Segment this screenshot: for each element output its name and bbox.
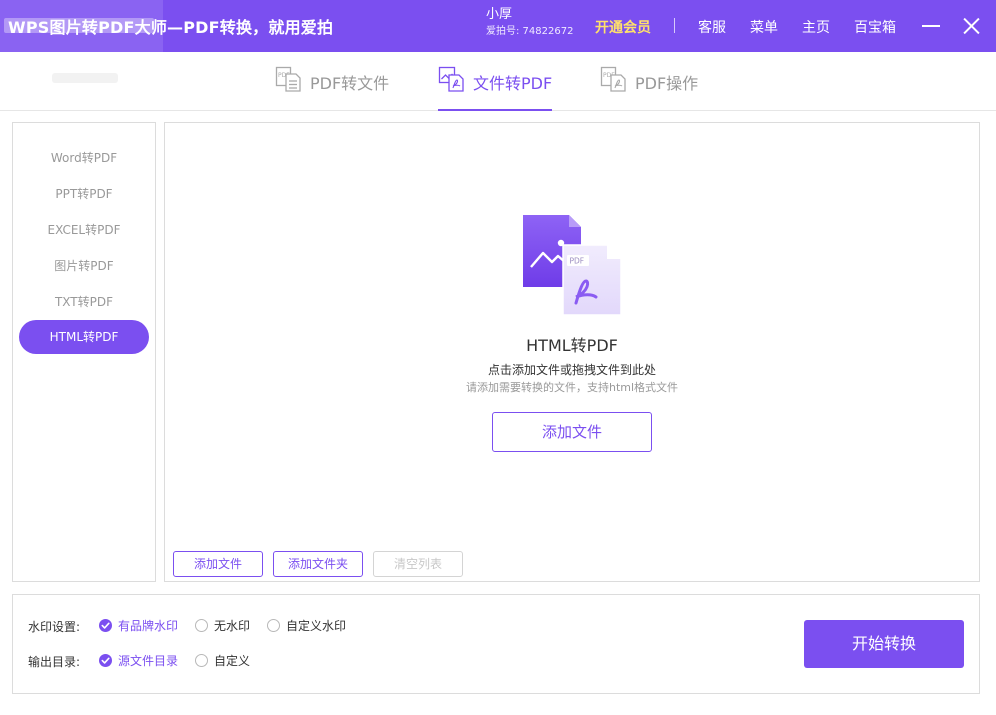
option-label: 源文件目录	[118, 654, 179, 668]
sidebar-item-image-to-pdf[interactable]: 图片转PDF	[19, 249, 149, 283]
dropzone-hint: 点击添加文件或拖拽文件到此处	[487, 363, 656, 377]
home-link[interactable]: 主页	[802, 17, 830, 37]
dropzone-title: HTML转PDF	[526, 336, 618, 355]
menu-link[interactable]: 菜单	[750, 17, 778, 37]
watermark-option-none[interactable]: 无水印	[195, 617, 250, 634]
pdf-to-file-icon: PDF	[275, 66, 302, 97]
option-label: 自定义水印	[286, 619, 347, 633]
settings-panel: 水印设置: 有品牌水印 无水印 自定义水印 输出目录: 源文件目录 自定义 开始…	[12, 594, 980, 694]
watermark-option-brand[interactable]: 有品牌水印	[99, 617, 178, 634]
option-label: 自定义	[214, 654, 251, 668]
conversion-type-sidebar: Word转PDF PPT转PDF EXCEL转PDF 图片转PDF TXT转PD…	[12, 122, 156, 582]
html-to-pdf-illustration-icon: PDF	[521, 215, 625, 316]
faded-logo	[52, 73, 118, 83]
header-divider	[674, 18, 675, 33]
sidebar-item-word-to-pdf[interactable]: Word转PDF	[19, 141, 149, 175]
svg-text:PDF: PDF	[570, 257, 585, 266]
tab-label: PDF操作	[635, 73, 699, 93]
sidebar-item-ppt-to-pdf[interactable]: PPT转PDF	[19, 177, 149, 211]
output-option-custom[interactable]: 自定义	[195, 652, 250, 669]
option-label: 无水印	[214, 619, 251, 633]
user-name[interactable]: 小厚	[486, 8, 573, 21]
service-link[interactable]: 客服	[698, 17, 726, 37]
minimize-button[interactable]	[918, 12, 946, 40]
minimize-icon	[922, 25, 940, 27]
sidebar-item-excel-to-pdf[interactable]: EXCEL转PDF	[19, 213, 149, 247]
start-convert-button[interactable]: 开始转换	[804, 620, 964, 668]
checked-radio-icon[interactable]	[99, 654, 112, 667]
sidebar-item-txt-to-pdf[interactable]: TXT转PDF	[19, 285, 149, 319]
add-file-button[interactable]: 添加文件	[173, 551, 263, 577]
radio-icon[interactable]	[267, 619, 280, 632]
radio-icon[interactable]	[195, 619, 208, 632]
tab-pdf-to-file[interactable]: PDF PDF转文件	[275, 52, 389, 111]
file-to-pdf-icon	[438, 66, 465, 97]
tab-label: 文件转PDF	[473, 73, 553, 93]
tab-file-to-pdf[interactable]: 文件转PDF	[438, 52, 553, 111]
output-dir-label: 输出目录:	[28, 655, 81, 669]
add-file-button-center[interactable]: 添加文件	[492, 412, 652, 452]
pdf-operation-icon: PDF	[600, 66, 627, 97]
close-button[interactable]	[957, 12, 985, 40]
user-id: 爱拍号: 74822672	[486, 26, 574, 37]
file-drop-area[interactable]: PDF HTML转PDF 点击添加文件或拖拽文件到此处 请添加需要转换的文件，支…	[164, 122, 980, 582]
title-bar: WPS图片转PDF大师—PDF转换，就用爱拍 小厚 爱拍号: 74822672 …	[0, 0, 996, 52]
watermark-option-custom[interactable]: 自定义水印	[267, 617, 346, 634]
dropzone-sub-hint: 请添加需要转换的文件，支持html格式文件	[465, 381, 679, 394]
watermark-label: 水印设置:	[28, 620, 81, 634]
user-info[interactable]: 小厚 爱拍号: 74822672	[486, 8, 573, 37]
sidebar-item-html-to-pdf[interactable]: HTML转PDF	[19, 320, 149, 354]
checked-radio-icon[interactable]	[99, 619, 112, 632]
option-label: 有品牌水印	[118, 619, 179, 633]
tab-bar: PDF PDF转文件 文件转PDF PDF PDF操作	[0, 52, 996, 111]
add-folder-button[interactable]: 添加文件夹	[273, 551, 363, 577]
toolbox-link[interactable]: 百宝箱	[854, 17, 896, 37]
vip-link[interactable]: 开通会员	[595, 17, 651, 37]
tab-label: PDF转文件	[310, 73, 390, 93]
app-title: WPS图片转PDF大师—PDF转换，就用爱拍	[8, 18, 334, 37]
tab-pdf-operation[interactable]: PDF PDF操作	[600, 52, 698, 111]
radio-icon[interactable]	[195, 654, 208, 667]
output-option-source[interactable]: 源文件目录	[99, 652, 178, 669]
clear-list-button[interactable]: 清空列表	[373, 551, 463, 577]
